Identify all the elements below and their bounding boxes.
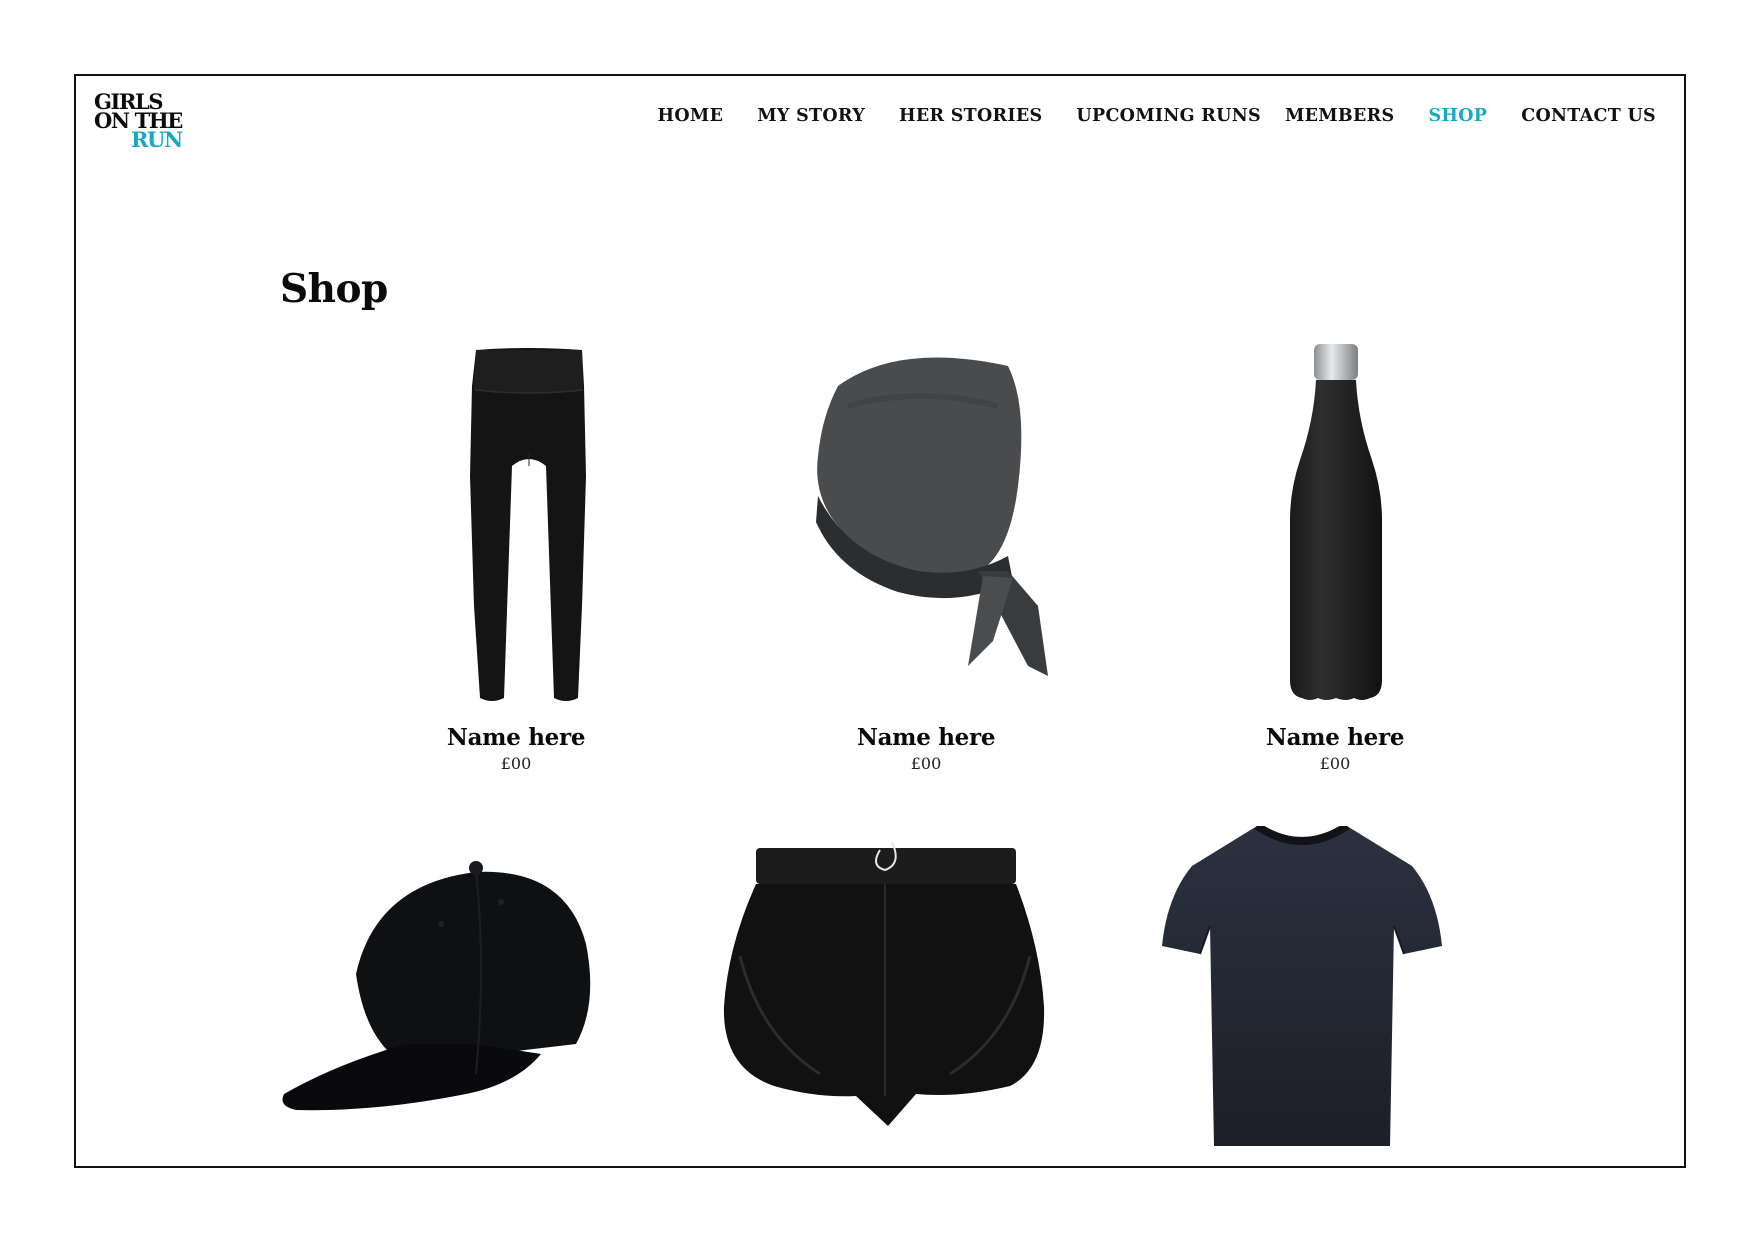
nav-her-stories[interactable]: HER STORIES: [899, 106, 1042, 126]
product-card[interactable]: [1142, 826, 1462, 1146]
nav-contact-us[interactable]: CONTACT US: [1521, 106, 1656, 126]
product-name: Name here: [856, 724, 996, 751]
nav-home[interactable]: HOME: [658, 106, 724, 126]
product-price: £00: [910, 754, 942, 773]
cap-image: [276, 844, 616, 1134]
product-name: Name here: [446, 724, 586, 751]
product-card[interactable]: Name here £00: [1185, 344, 1485, 806]
product-card[interactable]: Name here £00: [366, 346, 666, 806]
product-card[interactable]: Name here £00: [776, 346, 1076, 806]
product-price: £00: [1319, 754, 1351, 773]
product-card[interactable]: [276, 844, 616, 1144]
main-navigation: HOME MY STORY HER STORIES UPCOMING RUNS …: [658, 106, 1656, 126]
tshirt-image: [1142, 826, 1462, 1146]
browser-frame: GIRLS ON THE RUN HOME MY STORY HER STORI…: [74, 74, 1686, 1168]
nav-members[interactable]: MEMBERS: [1285, 106, 1395, 126]
nav-shop[interactable]: SHOP: [1428, 106, 1487, 126]
water-bottle-image: [1286, 340, 1386, 710]
leggings-image: [466, 346, 592, 706]
nav-my-story[interactable]: MY STORY: [757, 106, 865, 126]
product-price: £00: [500, 754, 532, 773]
nav-upcoming-runs[interactable]: UPCOMING RUNS: [1076, 106, 1261, 126]
shorts-image: [720, 836, 1050, 1126]
page-title: Shop: [280, 266, 388, 312]
product-name: Name here: [1265, 724, 1405, 751]
product-card[interactable]: [712, 836, 1052, 1136]
bandana-image: [808, 346, 1068, 706]
site-logo[interactable]: GIRLS ON THE RUN: [94, 91, 183, 150]
